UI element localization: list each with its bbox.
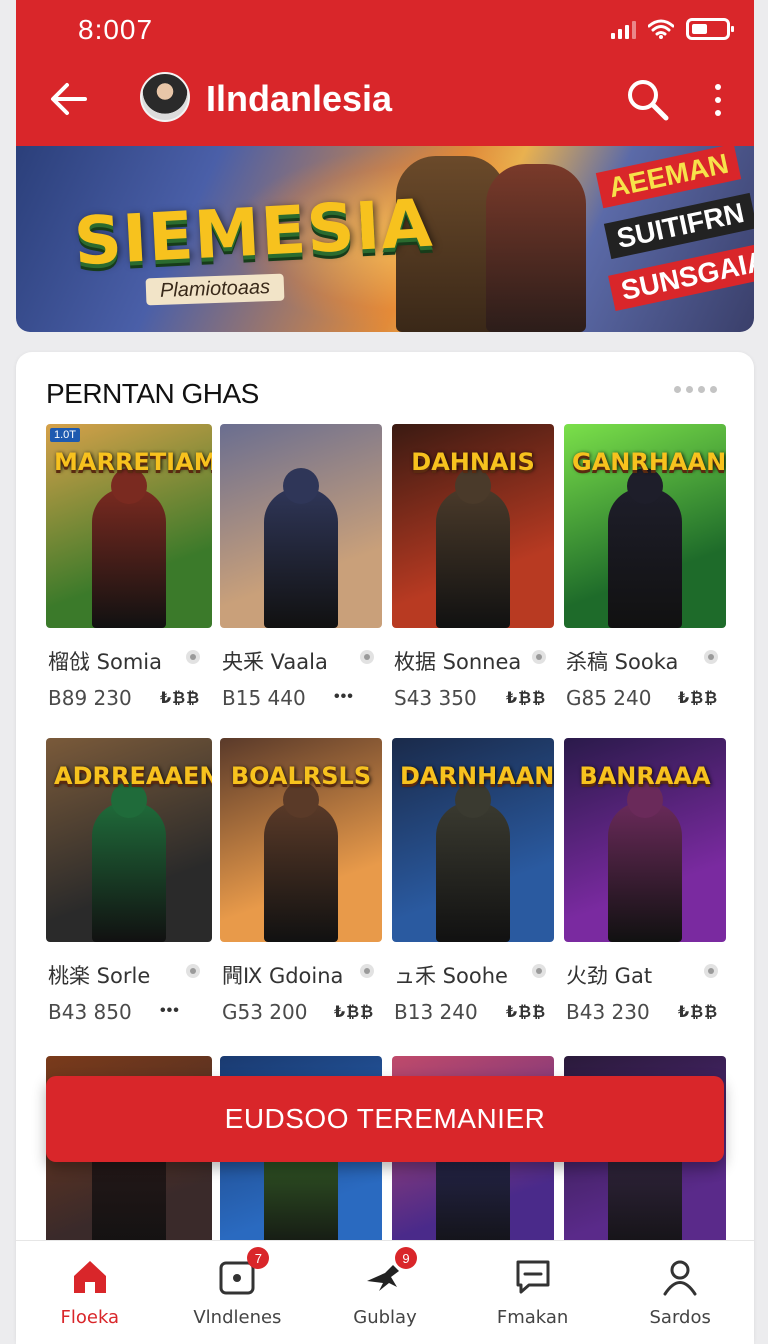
game-price: S43 350 <box>394 686 477 710</box>
game-price: B43 230 <box>566 1000 650 1024</box>
wifi-icon <box>648 19 674 39</box>
game-name[interactable]: 榴戗 Somia <box>48 646 162 676</box>
nav-badge: 7 <box>247 1247 270 1269</box>
game-thumbnail[interactable]: BOALRSLS <box>220 738 382 942</box>
signal-icon <box>611 19 636 39</box>
nav-label: Floeka <box>60 1307 120 1328</box>
game-status-dot <box>360 650 374 664</box>
game-price: B89 230 <box>48 686 132 710</box>
game-meta[interactable]: ₺₿₿ <box>506 1002 546 1022</box>
more-vertical-icon[interactable] <box>706 80 730 120</box>
banner-subtitle: Plamiotoaas <box>145 273 285 306</box>
game-status-dot <box>186 964 200 978</box>
game-character <box>92 488 166 628</box>
game-logo: BANRAAA <box>579 762 711 790</box>
nav-item-bird[interactable]: 9 Gublay <box>311 1241 459 1344</box>
status-icons <box>611 18 734 40</box>
search-button[interactable] <box>624 76 672 124</box>
game-price: B43 850 <box>48 1000 132 1024</box>
nav-label: Vlndlenes <box>193 1307 282 1328</box>
game-name[interactable]: 闁Ⅸ Gdoina <box>222 960 343 990</box>
profile-icon <box>656 1253 704 1301</box>
bottom-nav: Floeka 7 Vlndlenes 9 Gublay Fmakan Sardo… <box>16 1240 754 1344</box>
game-meta[interactable]: ₺₿₿ <box>334 1002 374 1022</box>
status-time: 8:007 <box>78 14 154 45</box>
game-character <box>608 802 682 942</box>
game-character-head <box>283 468 319 504</box>
game-meta[interactable]: ₺₿₿ <box>160 688 200 708</box>
game-status-dot <box>186 650 200 664</box>
camera-icon: 7 <box>213 1247 270 1301</box>
back-button[interactable] <box>46 76 92 122</box>
game-thumbnail[interactable] <box>220 424 382 628</box>
game-thumbnail[interactable]: DAHNAIS <box>392 424 554 628</box>
game-logo: ADRREAAEN <box>54 762 212 790</box>
game-logo: DAHNAIS <box>411 448 535 476</box>
cta-button[interactable]: EUDSOO TERЕMANIER <box>46 1076 724 1162</box>
game-status-dot <box>532 964 546 978</box>
game-character <box>436 802 510 942</box>
game-meta[interactable]: ₺₿₿ <box>678 1002 718 1022</box>
game-name[interactable]: 火劲 Gat <box>566 960 652 990</box>
nav-label: Fmakan <box>496 1307 569 1328</box>
game-meta[interactable]: ₺₿₿ <box>506 688 546 708</box>
game-thumbnail[interactable]: BANRAAA <box>564 738 726 942</box>
back-arrow-icon <box>51 83 87 115</box>
nav-item-camera[interactable]: 7 Vlndlenes <box>164 1241 312 1344</box>
game-meta[interactable]: ••• <box>334 688 354 706</box>
search-icon <box>628 80 669 121</box>
nav-label: Sardos <box>649 1307 711 1328</box>
game-character <box>264 802 338 942</box>
game-meta[interactable]: ••• <box>160 1002 180 1020</box>
game-thumbnail[interactable]: ADRREAAEN <box>46 738 212 942</box>
banner-character-warrior <box>486 164 586 332</box>
game-status-dot <box>704 964 718 978</box>
page-title: Ilndanlesia <box>206 78 393 119</box>
game-character <box>92 802 166 942</box>
nav-label: Gublay <box>353 1307 417 1328</box>
game-status-dot <box>704 650 718 664</box>
game-logo: DARNHAAN <box>400 762 554 790</box>
game-name[interactable]: ュ禾 Soohe <box>394 960 508 990</box>
chat-icon <box>509 1253 557 1301</box>
game-character <box>608 488 682 628</box>
game-thumbnail[interactable]: DARNHAAN <box>392 738 554 942</box>
game-thumbnail[interactable]: GANRHAAN <box>564 424 726 628</box>
game-badge: 1.0T <box>50 428 81 442</box>
game-price: G85 240 <box>566 686 652 710</box>
bird-icon: 9 <box>361 1247 417 1301</box>
game-logo: MARRETIAM <box>54 448 212 476</box>
nav-badge: 9 <box>394 1247 417 1269</box>
avatar[interactable] <box>140 72 190 122</box>
game-logo: BOALRSLS <box>230 762 372 790</box>
nav-item-profile[interactable]: Sardos <box>606 1241 754 1344</box>
game-character <box>264 488 338 628</box>
game-logo: GANRHAAN <box>572 448 726 476</box>
section-title: PERNTAN GHAS <box>46 378 259 409</box>
battery-icon <box>686 18 734 40</box>
game-name[interactable]: 桃楽 Sorle <box>48 960 150 990</box>
game-price: B13 240 <box>394 1000 478 1024</box>
game-name[interactable]: 枚据 Sonnea <box>394 646 521 676</box>
section-more-icon[interactable] <box>674 386 717 393</box>
game-thumbnail[interactable]: MARRETIAM 1.0T <box>46 424 212 628</box>
games-section: PERNTAN GHAS MARRETIAM 1.0T 榴戗 Somia B89 23… <box>16 352 754 1344</box>
game-name[interactable]: 央釆 Vaala <box>222 646 328 676</box>
game-character <box>436 488 510 628</box>
game-name[interactable]: 杀稿 Sooka <box>566 646 678 676</box>
game-meta[interactable]: ₺₿₿ <box>678 688 718 708</box>
game-status-dot <box>532 650 546 664</box>
home-icon <box>66 1253 114 1301</box>
game-price: B15 440 <box>222 686 306 710</box>
nav-item-home[interactable]: Floeka <box>16 1241 164 1344</box>
game-status-dot <box>360 964 374 978</box>
app-header: 8:007 Ilndanlesia <box>16 0 754 146</box>
promo-banner[interactable]: SIEMESIA Plamiotoaas AEEMAN SUITIFRN SUN… <box>16 146 754 332</box>
nav-item-chat[interactable]: Fmakan <box>459 1241 607 1344</box>
game-price: G53 200 <box>222 1000 308 1024</box>
